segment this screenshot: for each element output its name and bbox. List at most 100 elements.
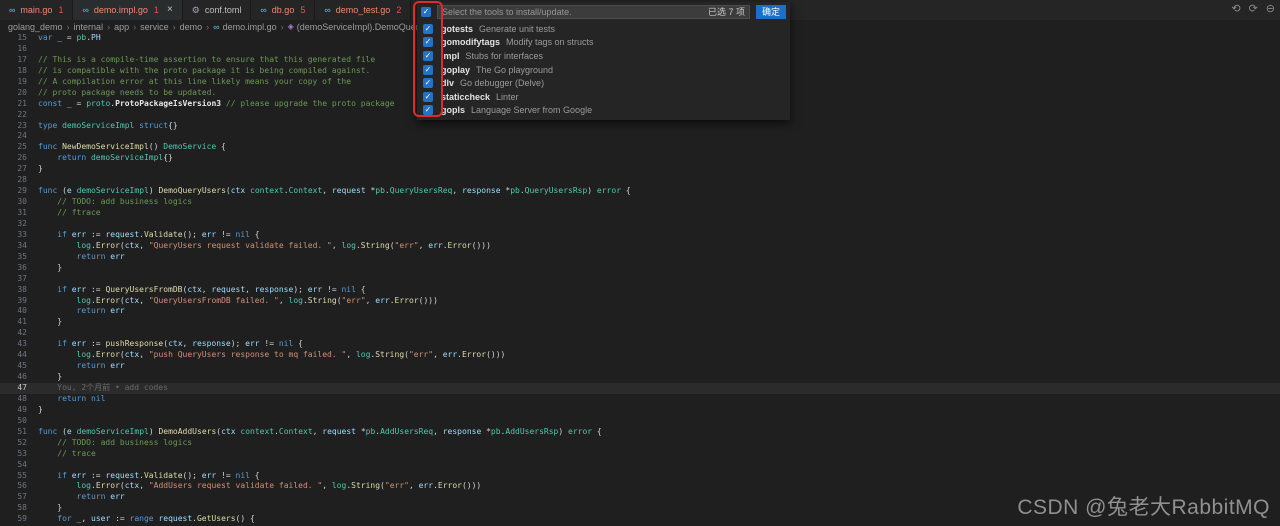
code-text: log.Error(ctx, "AddUsers request validat… — [38, 481, 481, 492]
line-number: 56 — [0, 481, 27, 492]
go-back-icon[interactable]: ⟲ — [1231, 2, 1240, 16]
code-line[interactable]: 31 // ftrace — [0, 208, 1280, 219]
code-line[interactable]: 44 log.Error(ctx, "push QueryUsers respo… — [0, 350, 1280, 361]
tool-item-impl[interactable]: ✓implStubs for interfaces — [417, 49, 790, 63]
tab-label: demo.impl.go — [94, 5, 148, 15]
line-number: 39 — [0, 296, 27, 307]
code-line[interactable]: 42 — [0, 328, 1280, 339]
code-line[interactable]: 49} — [0, 405, 1280, 416]
code-line[interactable]: 39 log.Error(ctx, "QueryUsersFromDB fail… — [0, 296, 1280, 307]
tool-name: goplay — [441, 65, 470, 75]
line-number: 44 — [0, 350, 27, 361]
tool-item-dlv[interactable]: ✓dlvGo debugger (Delve) — [417, 76, 790, 90]
code-line[interactable]: 32 — [0, 219, 1280, 230]
code-line[interactable]: 34 log.Error(ctx, "QueryUsers request va… — [0, 241, 1280, 252]
code-line[interactable]: 23type demoServiceImpl struct{} — [0, 121, 1280, 132]
quickpick-input[interactable]: Select the tools to install/update. 已选 7… — [437, 5, 750, 19]
code-text: return err — [38, 306, 125, 317]
line-number: 27 — [0, 164, 27, 175]
code-line[interactable]: 36 } — [0, 263, 1280, 274]
code-text: } — [38, 263, 62, 274]
breadcrumb-item-5[interactable]: demo — [180, 22, 203, 32]
tab-demo.impl.go[interactable]: ∞ demo.impl.go 1 × — [73, 0, 182, 20]
code-line[interactable]: 45 return err — [0, 361, 1280, 372]
line-number: 26 — [0, 153, 27, 164]
line-number: 29 — [0, 186, 27, 197]
tool-item-goplay[interactable]: ✓goplayThe Go playground — [417, 63, 790, 77]
problem-count-badge: 1 — [154, 5, 159, 15]
code-line[interactable]: 41 } — [0, 317, 1280, 328]
tool-item-gopls[interactable]: ✓goplsLanguage Server from Google — [417, 104, 790, 118]
tab-main.go[interactable]: ∞main.go1 — [0, 0, 73, 20]
tab-db.go[interactable]: ∞db.go5 — [251, 0, 315, 20]
tool-checkbox[interactable]: ✓ — [423, 24, 433, 34]
breadcrumb-item-1[interactable]: golang_demo — [8, 22, 63, 32]
tool-checkbox[interactable]: ✓ — [423, 51, 433, 61]
tool-description: Go debugger (Delve) — [460, 78, 544, 88]
go-file-icon: ∞ — [82, 5, 88, 15]
tool-item-gomodifytags[interactable]: ✓gomodifytagsModify tags on structs — [417, 36, 790, 50]
code-line[interactable]: 47 You, 2个月前 • add codes — [0, 383, 1280, 394]
breadcrumb-separator: › — [107, 22, 110, 32]
line-number: 45 — [0, 361, 27, 372]
toggle-all-checkbox[interactable]: ✓ — [421, 7, 431, 17]
go-forward-icon[interactable]: ⟳ — [1249, 2, 1258, 16]
more-actions-icon[interactable]: ⊖ — [1266, 2, 1275, 16]
code-line[interactable]: 24 — [0, 131, 1280, 142]
code-text: // is compatible with the proto package … — [38, 66, 370, 77]
code-line[interactable]: 35 return err — [0, 252, 1280, 263]
code-line[interactable]: 52 // TODO: add business logics — [0, 438, 1280, 449]
code-text: } — [38, 372, 62, 383]
tool-checkbox[interactable]: ✓ — [423, 105, 433, 115]
close-icon[interactable]: × — [167, 5, 173, 15]
code-text: return demoServiceImpl{} — [38, 153, 173, 164]
line-number: 58 — [0, 503, 27, 514]
code-line[interactable]: 54 — [0, 460, 1280, 471]
breadcrumb-item-4[interactable]: service — [140, 22, 169, 32]
tool-item-staticcheck[interactable]: ✓staticcheckLinter — [417, 90, 790, 104]
code-line[interactable]: 33 if err := request.Validate(); err != … — [0, 230, 1280, 241]
tab-conf.toml[interactable]: ⚙conf.toml — [183, 0, 252, 20]
line-number: 49 — [0, 405, 27, 416]
code-line[interactable]: 55 if err := request.Validate(); err != … — [0, 471, 1280, 482]
code-line[interactable]: 40 return err — [0, 306, 1280, 317]
tool-checkbox[interactable]: ✓ — [423, 65, 433, 75]
code-line[interactable]: 27} — [0, 164, 1280, 175]
breadcrumb-item-3[interactable]: app — [114, 22, 129, 32]
code-line[interactable]: 48 return nil — [0, 394, 1280, 405]
tab-demo_test.go[interactable]: ∞demo_test.go2 — [315, 0, 411, 20]
line-number: 36 — [0, 263, 27, 274]
code-line[interactable]: 28 — [0, 175, 1280, 186]
code-line[interactable]: 25func NewDemoServiceImpl() DemoService … — [0, 142, 1280, 153]
go-file-icon: ∞ — [213, 22, 219, 32]
tool-checkbox[interactable]: ✓ — [423, 37, 433, 47]
code-line[interactable]: 26 return demoServiceImpl{} — [0, 153, 1280, 164]
ok-button[interactable]: 确定 — [756, 5, 786, 19]
code-line[interactable]: 29func (e demoServiceImpl) DemoQueryUser… — [0, 186, 1280, 197]
selected-count-badge: 已选 7 项 — [708, 5, 745, 18]
tool-item-gotests[interactable]: ✓gotestsGenerate unit tests — [417, 22, 790, 36]
line-number: 59 — [0, 514, 27, 525]
method-symbol-icon: ◈ — [288, 22, 294, 31]
code-text: You, 2个月前 • add codes — [38, 383, 168, 394]
code-line[interactable]: 50 — [0, 416, 1280, 427]
breadcrumb-item-6[interactable]: ∞ demo.impl.go — [213, 22, 276, 32]
breadcrumb-label: demo.impl.go — [223, 22, 277, 32]
breadcrumb-item-2[interactable]: internal — [74, 22, 104, 32]
breadcrumb-separator: › — [206, 22, 209, 32]
code-line[interactable]: 43 if err := pushResponse(ctx, response)… — [0, 339, 1280, 350]
code-line[interactable]: 37 — [0, 274, 1280, 285]
code-line[interactable]: 38 if err := QueryUsersFromDB(ctx, reque… — [0, 285, 1280, 296]
code-line[interactable]: 51func (e demoServiceImpl) DemoAddUsers(… — [0, 427, 1280, 438]
line-number: 25 — [0, 142, 27, 153]
tab-label: conf.toml — [205, 5, 242, 15]
editor-actions: ⟲ ⟳ ⊖ — [1231, 2, 1275, 16]
code-line[interactable]: 30 // TODO: add business logics — [0, 197, 1280, 208]
tool-checkbox[interactable]: ✓ — [423, 92, 433, 102]
code-text: log.Error(ctx, "push QueryUsers response… — [38, 350, 505, 361]
tab-label: db.go — [272, 5, 295, 15]
code-line[interactable]: 53 // trace — [0, 449, 1280, 460]
tool-checkbox[interactable]: ✓ — [423, 78, 433, 88]
code-line[interactable]: 46 } — [0, 372, 1280, 383]
tool-description: Modify tags on structs — [506, 37, 594, 47]
